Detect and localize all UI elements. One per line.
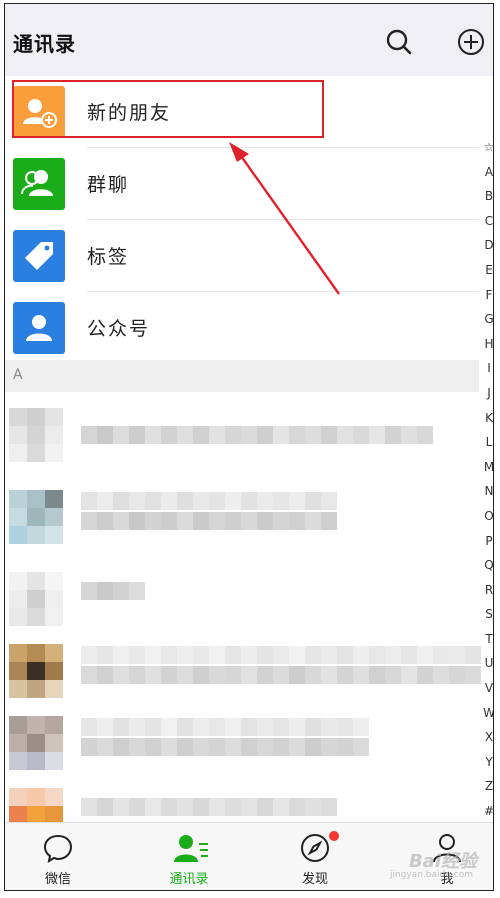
contacts-icon xyxy=(174,835,208,862)
group-chats-item[interactable]: 群聊 xyxy=(5,148,479,220)
index-letter[interactable]: A xyxy=(483,165,493,190)
avatar xyxy=(9,572,63,626)
tab-label: 发现 xyxy=(301,872,328,887)
contact-row[interactable] xyxy=(5,634,481,706)
index-letter[interactable]: L xyxy=(483,435,493,460)
tab-label: 微信 xyxy=(44,872,71,887)
chat-bubble-icon xyxy=(43,834,73,864)
app-window: 通讯录 新的朋友 群聊 标签 公众号 A ☆ A B C D E F G H I… xyxy=(4,3,494,891)
watermark-url: jingyan.baidu.com xyxy=(389,870,473,880)
official-account-icon xyxy=(13,302,65,354)
search-icon[interactable] xyxy=(385,28,413,56)
index-letter[interactable]: H xyxy=(483,337,493,362)
section-letter: A xyxy=(13,367,23,383)
tab-discover[interactable]: 发现 xyxy=(267,823,363,890)
index-letter[interactable]: V xyxy=(483,681,493,706)
header-bar: 通讯录 xyxy=(5,4,493,76)
compass-icon xyxy=(301,834,329,862)
index-letter[interactable]: M xyxy=(483,460,493,485)
index-letter[interactable]: J xyxy=(483,386,493,411)
notification-dot xyxy=(329,831,339,841)
menu-label: 标签 xyxy=(87,246,130,268)
menu-label: 公众号 xyxy=(87,318,151,340)
index-letter[interactable]: K xyxy=(483,411,493,436)
index-letter[interactable]: G xyxy=(483,312,493,337)
index-letter[interactable]: Q xyxy=(483,558,493,583)
group-chat-icon xyxy=(13,158,65,210)
avatar xyxy=(9,490,63,544)
index-letter[interactable]: Z xyxy=(483,779,493,804)
index-letter[interactable]: W xyxy=(483,706,493,731)
menu-label: 群聊 xyxy=(87,174,130,196)
index-letter[interactable]: F xyxy=(483,288,493,313)
index-letter[interactable]: D xyxy=(483,238,493,263)
index-letter[interactable]: N xyxy=(483,484,494,509)
alphabet-index[interactable]: ☆ A B C D E F G H I J K L M N O P Q R S … xyxy=(483,140,494,829)
index-letter[interactable]: P xyxy=(483,534,493,559)
index-letter[interactable]: S xyxy=(483,607,493,632)
index-letter[interactable]: X xyxy=(483,730,493,755)
avatar xyxy=(9,716,63,770)
tags-item[interactable]: 标签 xyxy=(5,220,479,292)
index-letter[interactable]: I xyxy=(483,361,493,386)
contact-row[interactable] xyxy=(5,562,479,634)
index-letter[interactable]: R xyxy=(483,583,493,608)
add-icon[interactable] xyxy=(457,28,485,56)
avatar xyxy=(9,408,63,462)
page-title: 通讯录 xyxy=(13,32,76,56)
tag-icon xyxy=(13,230,65,282)
index-letter[interactable]: T xyxy=(483,632,493,657)
tab-label: 通讯录 xyxy=(169,872,209,887)
tab-contacts[interactable]: 通讯录 xyxy=(141,823,237,890)
contact-row[interactable] xyxy=(5,706,479,778)
avatar xyxy=(9,644,63,698)
index-letter[interactable]: E xyxy=(483,263,493,288)
index-letter[interactable]: O xyxy=(483,509,493,534)
highlight-box xyxy=(12,80,324,138)
contact-row[interactable] xyxy=(5,398,479,470)
index-letter[interactable]: U xyxy=(483,656,493,681)
section-header: A xyxy=(5,360,479,392)
index-letter[interactable]: C xyxy=(483,214,493,239)
contact-row[interactable] xyxy=(5,480,479,552)
official-accounts-item[interactable]: 公众号 xyxy=(5,292,479,364)
index-letter[interactable]: ☆ xyxy=(483,140,493,165)
index-letter[interactable]: Y xyxy=(483,755,493,780)
tab-chats[interactable]: 微信 xyxy=(10,823,106,890)
index-letter[interactable]: B xyxy=(483,189,493,214)
